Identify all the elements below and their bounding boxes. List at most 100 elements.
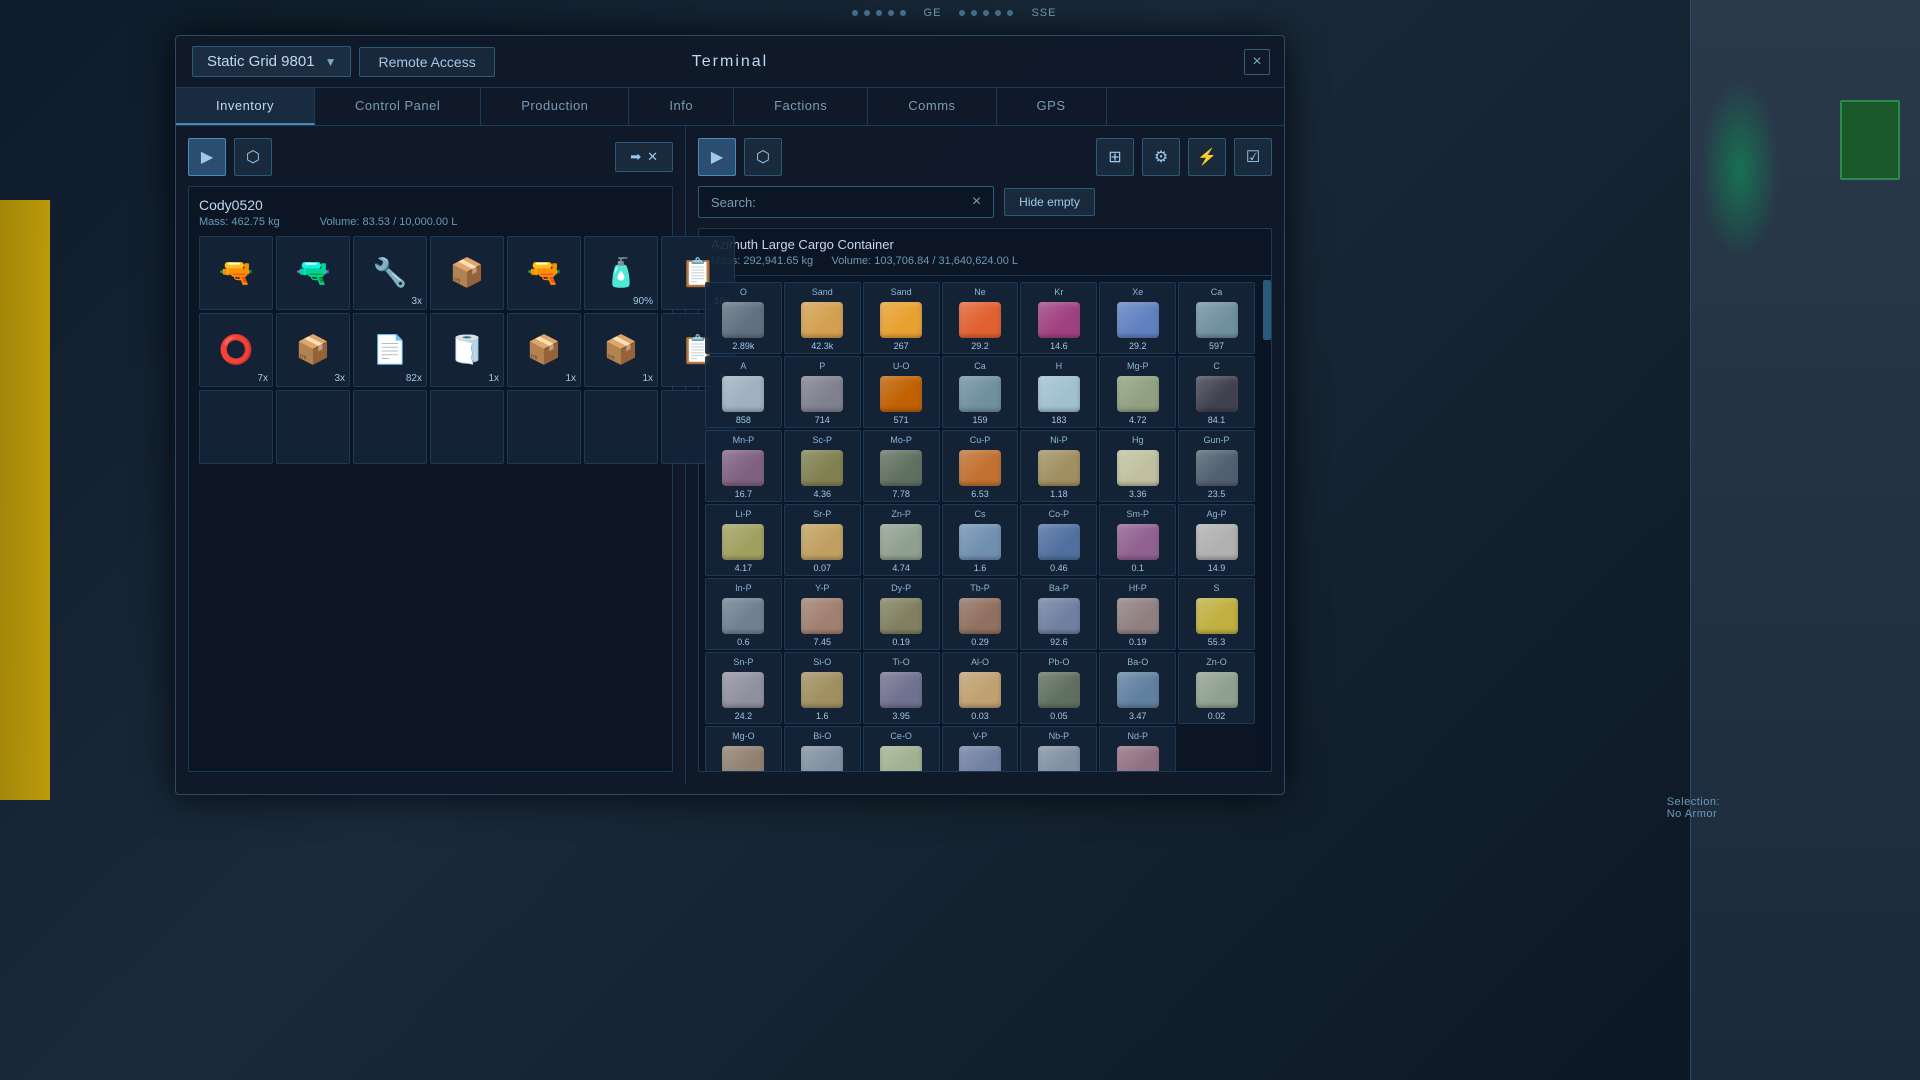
- item-cell[interactable]: In-P0.6: [705, 578, 782, 650]
- grid-selector[interactable]: Static Grid 9801 ▼: [192, 46, 351, 77]
- lightning-button[interactable]: ⚡: [1188, 138, 1226, 176]
- item-icon-area: [1035, 670, 1083, 710]
- inv-slot-rifle[interactable]: 🔫: [507, 236, 581, 310]
- item-cell[interactable]: Hg3.36: [1099, 430, 1176, 502]
- tab-control-panel[interactable]: Control Panel: [315, 88, 481, 125]
- item-amount: 714: [815, 415, 830, 425]
- item-icon-area: [956, 448, 1004, 488]
- item-cell[interactable]: Sc-P4.36: [784, 430, 861, 502]
- item-cell[interactable]: Hf-P0.19: [1099, 578, 1176, 650]
- item-cell[interactable]: Gun-P23.5: [1178, 430, 1255, 502]
- item-icon-area: [1114, 374, 1162, 414]
- item-cell[interactable]: Xe29.2: [1099, 282, 1176, 354]
- item-cell[interactable]: Ne29.2: [942, 282, 1019, 354]
- inv-slot-pistol-pink[interactable]: 🔫: [199, 236, 273, 310]
- inv-slot-item3[interactable]: 🔧 3x: [353, 236, 427, 310]
- item-cell[interactable]: Zn-P4.74: [863, 504, 940, 576]
- tab-info[interactable]: Info: [629, 88, 734, 125]
- inv-slot-magazine[interactable]: 📦: [430, 236, 504, 310]
- inv-slot-empty5[interactable]: [507, 390, 581, 464]
- tab-production[interactable]: Production: [481, 88, 629, 125]
- item-cell[interactable]: Mg-P4.72: [1099, 356, 1176, 428]
- right-cube-button[interactable]: ⬡: [744, 138, 782, 176]
- hide-empty-button[interactable]: Hide empty: [1004, 188, 1095, 216]
- item-icon-area: [719, 448, 767, 488]
- remote-access-button[interactable]: Remote Access: [359, 47, 494, 77]
- inv-slot-empty4[interactable]: [430, 390, 504, 464]
- item-cell[interactable]: S55.3: [1178, 578, 1255, 650]
- pipes-icon: 📄: [373, 336, 408, 364]
- item-cell[interactable]: Cu-P6.53: [942, 430, 1019, 502]
- item-cell[interactable]: Dy-P0.19: [863, 578, 940, 650]
- item-cell[interactable]: Ag-P14.9: [1178, 504, 1255, 576]
- item-cell[interactable]: Mn-P16.7: [705, 430, 782, 502]
- cube-button[interactable]: ⬡: [234, 138, 272, 176]
- tab-inventory[interactable]: Inventory: [176, 88, 315, 125]
- item-cell[interactable]: Sm-P0.1: [1099, 504, 1176, 576]
- settings-button[interactable]: ⚙: [1142, 138, 1180, 176]
- item-label: Ba-O: [1104, 657, 1171, 668]
- item-cell[interactable]: Sn-P24.2: [705, 652, 782, 724]
- item-cell[interactable]: Ba-P92.6: [1020, 578, 1097, 650]
- item-cell[interactable]: Sr-P0.07: [784, 504, 861, 576]
- item-cell[interactable]: C84.1: [1178, 356, 1255, 428]
- scrollbar[interactable]: [1261, 276, 1271, 771]
- inv-slot-pipes[interactable]: 📄 82x: [353, 313, 427, 387]
- item-cell[interactable]: Al-O0.03: [942, 652, 1019, 724]
- inv-slot-bottle[interactable]: 🧴 90%: [584, 236, 658, 310]
- item-cell[interactable]: A858: [705, 356, 782, 428]
- search-input[interactable]: [764, 195, 964, 210]
- item-cell[interactable]: Ce-O1.8: [863, 726, 940, 771]
- item-amount: 4.36: [814, 489, 832, 499]
- inv-slot-empty1[interactable]: [199, 390, 273, 464]
- close-button[interactable]: ×: [1244, 49, 1270, 75]
- item-cell[interactable]: O2.89k: [705, 282, 782, 354]
- item-cell[interactable]: Si-O1.6: [784, 652, 861, 724]
- item-cell[interactable]: Ni-P1.18: [1020, 430, 1097, 502]
- item-cell[interactable]: Pb-O0.05: [1020, 652, 1097, 724]
- item-cell[interactable]: Nd-Pn.a: [1099, 726, 1176, 771]
- inv-slot-pistol-green[interactable]: 🔫: [276, 236, 350, 310]
- item-cell[interactable]: V-Pn.a: [942, 726, 1019, 771]
- inv-slot-empty3[interactable]: [353, 390, 427, 464]
- item-cell[interactable]: Co-P0.46: [1020, 504, 1097, 576]
- item-cell[interactable]: H183: [1020, 356, 1097, 428]
- item-cell[interactable]: Ca597: [1178, 282, 1255, 354]
- transfer-button[interactable]: ➡ ✕: [615, 142, 673, 172]
- item-cell[interactable]: Ba-O3.47: [1099, 652, 1176, 724]
- item-cell[interactable]: Mg-O0.02: [705, 726, 782, 771]
- item-cell[interactable]: Ti-O3.95: [863, 652, 940, 724]
- item-cell[interactable]: Li-P4.17: [705, 504, 782, 576]
- search-clear-icon[interactable]: ×: [972, 193, 981, 211]
- inv-slot-box2[interactable]: 📦 3x: [276, 313, 350, 387]
- inv-slot-component2[interactable]: 📦 1x: [584, 313, 658, 387]
- grid-view-button[interactable]: ⊞: [1096, 138, 1134, 176]
- inv-slot-empty6[interactable]: [584, 390, 658, 464]
- inv-slot-empty2[interactable]: [276, 390, 350, 464]
- item-cell[interactable]: Kr14.6: [1020, 282, 1097, 354]
- check-button[interactable]: ☑: [1234, 138, 1272, 176]
- item-cell[interactable]: Bi-O0.02: [784, 726, 861, 771]
- inv-slot-tires[interactable]: ⭕ 7x: [199, 313, 273, 387]
- item-cell[interactable]: Sand267: [863, 282, 940, 354]
- item-cell[interactable]: Y-P7.45: [784, 578, 861, 650]
- item-label: Bi-O: [789, 731, 856, 742]
- right-play-button[interactable]: ▶: [698, 138, 736, 176]
- ore-can-icon: [1117, 302, 1159, 338]
- item-cell[interactable]: P714: [784, 356, 861, 428]
- item-cell[interactable]: Sand42.3k: [784, 282, 861, 354]
- tab-gps[interactable]: GPS: [997, 88, 1107, 125]
- item-cell[interactable]: Ca159: [942, 356, 1019, 428]
- item-cell[interactable]: Cs1.6: [942, 504, 1019, 576]
- item-cell[interactable]: Mo-P7.78: [863, 430, 940, 502]
- tab-comms[interactable]: Comms: [868, 88, 996, 125]
- item-cell[interactable]: Zn-O0.02: [1178, 652, 1255, 724]
- item-cell[interactable]: Nb-P159: [1020, 726, 1097, 771]
- item-cell[interactable]: Tb-P0.29: [942, 578, 1019, 650]
- item-label: Gun-P: [1183, 435, 1250, 446]
- tab-factions[interactable]: Factions: [734, 88, 868, 125]
- item-cell[interactable]: U-O571: [863, 356, 940, 428]
- inv-slot-component[interactable]: 📦 1x: [507, 313, 581, 387]
- inv-slot-roll[interactable]: 🧻 1x: [430, 313, 504, 387]
- play-button[interactable]: ▶: [188, 138, 226, 176]
